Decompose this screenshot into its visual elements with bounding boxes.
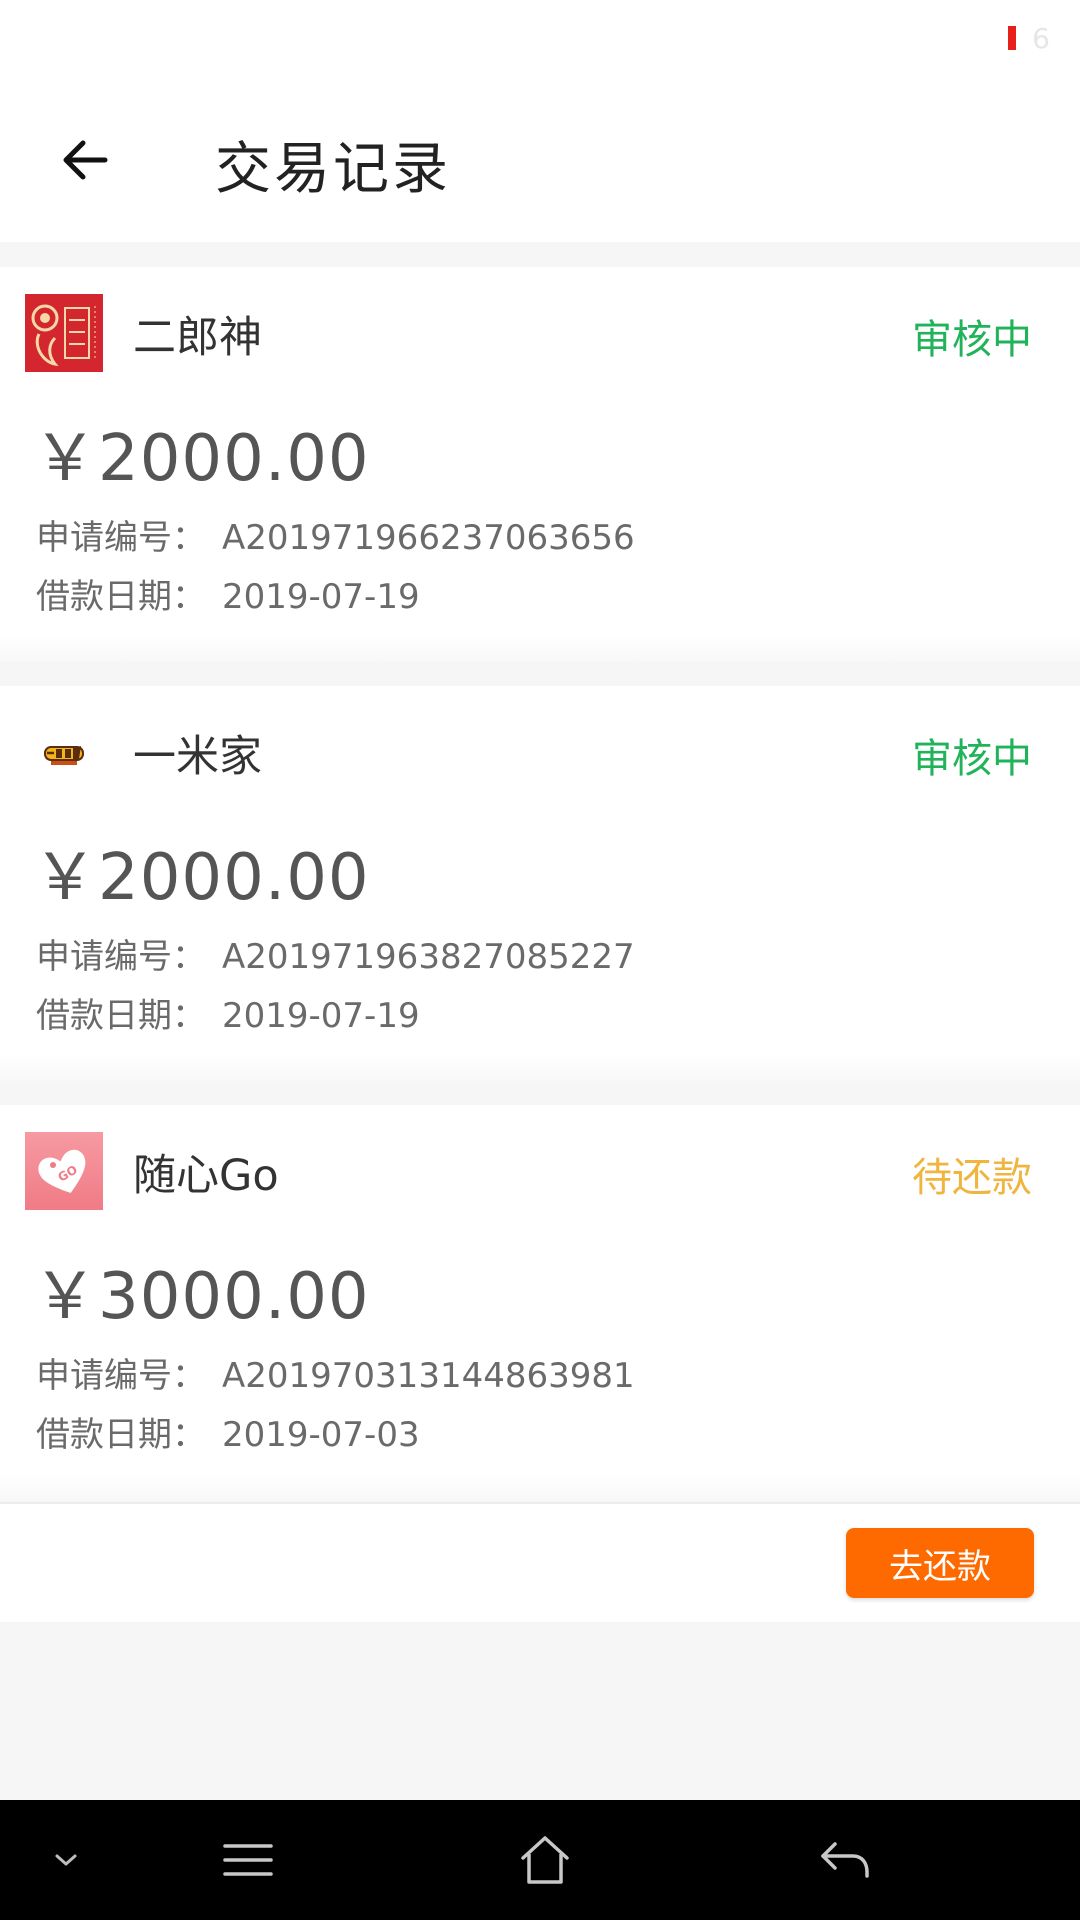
merchant-name: 随心Go [133,1151,279,1201]
card-bottom-shade [0,1473,1080,1501]
suixingo-logo-icon: GO [25,1132,103,1210]
status-bar: 6 [0,0,1080,80]
menu-icon [223,1844,273,1876]
loan-amount: ￥2000.00 [33,841,370,915]
home-icon [521,1836,569,1884]
status-badge: 待还款 [912,1155,1032,1201]
repay-action-bar: 去还款 [0,1502,1080,1622]
application-id-label: 申请编号： [36,518,206,558]
back-button[interactable] [40,115,130,205]
status-badge: 审核中 [912,736,1032,782]
application-id-label: 申请编号： [36,937,206,977]
back-arrow-icon [63,140,108,180]
application-id-value: A201971966237063656 [222,518,635,558]
nav-menu-button[interactable] [218,1830,278,1890]
application-id-value: A201971963827085227 [222,937,635,977]
status-bar-text: 6 [1032,22,1050,55]
header: 交易记录 [0,80,1080,242]
repay-button[interactable]: 去还款 [846,1528,1034,1598]
loan-date-label: 借款日期： [36,996,206,1036]
status-badge: 审核中 [912,317,1032,363]
system-nav-bar [0,1800,1080,1920]
loan-date-value: 2019-07-03 [222,1415,420,1455]
page-title: 交易记录 [215,137,451,202]
chevron-down-icon [55,1854,77,1866]
loan-amount: ￥2000.00 [33,422,370,496]
loan-date-row: 借款日期： 2019-07-19 [36,988,420,1037]
loan-date-value: 2019-07-19 [222,577,420,617]
nav-home-button[interactable] [510,1830,580,1890]
nav-back-button[interactable] [810,1830,880,1890]
loan-amount: ￥3000.00 [33,1260,370,1334]
card-bottom-shade [0,634,1080,662]
loan-date-row: 借款日期： 2019-07-19 [36,569,420,618]
application-id-label: 申请编号： [36,1356,206,1396]
transaction-card[interactable]: GO 随心Go 待还款 ￥3000.00 申请编号： A2019703131448… [0,1105,1080,1501]
notification-indicator-icon [1008,26,1016,50]
loan-date-row: 借款日期： 2019-07-03 [36,1407,420,1456]
loan-date-label: 借款日期： [36,1415,206,1455]
application-id-row: 申请编号： A201970313144863981 [36,1348,635,1397]
back-icon [821,1842,869,1878]
loan-date-value: 2019-07-19 [222,996,420,1036]
application-id-row: 申请编号： A201971966237063656 [36,510,635,559]
transaction-card[interactable]: 二郎神 审核中 ￥2000.00 申请编号： A20197196623706365… [0,267,1080,662]
card-bottom-shade [0,1053,1080,1081]
yimijia-logo-icon [25,713,103,791]
loan-date-label: 借款日期： [36,577,206,617]
application-id-value: A201970313144863981 [222,1356,635,1396]
erlangshen-logo-icon [25,294,103,372]
transaction-card[interactable]: 一米家 审核中 ￥2000.00 申请编号： A20197196382708522… [0,686,1080,1081]
merchant-name: 一米家 [133,732,262,782]
application-id-row: 申请编号： A201971963827085227 [36,929,635,978]
nav-collapse-button[interactable] [46,1830,86,1890]
merchant-name: 二郎神 [133,313,262,363]
